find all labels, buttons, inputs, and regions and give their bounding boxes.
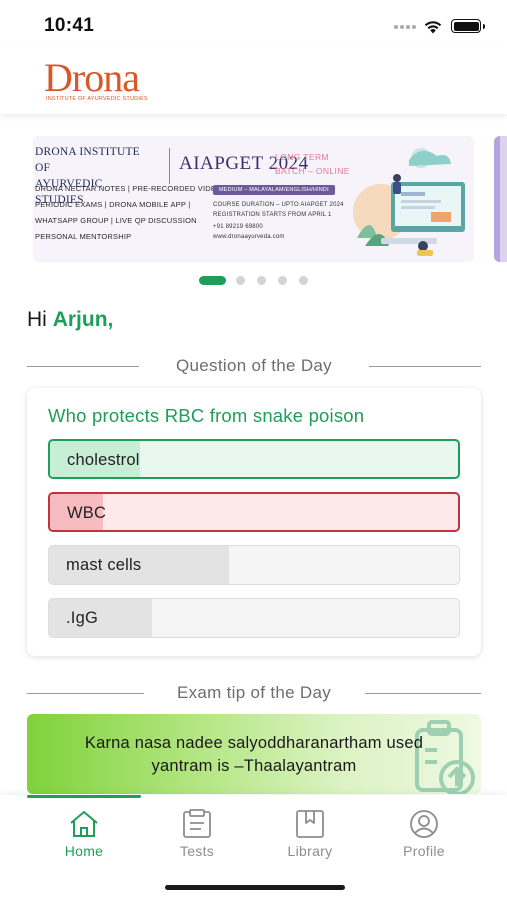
signal-dots-icon [394,25,416,29]
status-bar: 10:41 [0,0,507,48]
wifi-icon [424,21,442,34]
battery-icon [451,19,485,33]
option[interactable]: .IgG [48,598,460,638]
question-section-header: Question of the Day [27,356,481,376]
banner-phone: +91 89219 69800 [213,224,263,230]
option-wrong[interactable]: WBC [48,492,460,532]
banner-feature: PERSONAL MENTORSHIP [35,232,132,241]
drona-logo[interactable]: Drona INSTITUTE OF AYURVEDIC STUDIES [44,55,148,108]
option[interactable]: mast cells [48,545,460,585]
status-time: 10:41 [44,15,95,36]
tab-tests-label: Tests [179,843,215,859]
active-tab-indicator [27,795,141,798]
tab-library-label: Library [287,843,333,859]
app-header: Drona INSTITUTE OF AYURVEDIC STUDIES [0,48,507,114]
home-icon [70,811,98,837]
tip-line2: yantram is –Thaalayantram [151,757,357,775]
carousel-dot-active[interactable] [199,276,226,285]
tests-clipboard-icon [183,809,211,838]
tip-section-header: Exam tip of the Day [27,683,481,703]
logo-subtitle: INSTITUTE OF AYURVEDIC STUDIES [46,96,148,102]
tab-profile[interactable]: Profile [374,809,474,865]
option-correct[interactable]: cholestrol [48,439,460,479]
banner-batch-line2: BATCH – ONLINE [275,166,350,176]
logo-wordmark: Drona [44,55,140,100]
tab-home[interactable]: Home [34,809,134,865]
carousel-dots [199,275,311,285]
banner-duration: COURSE DURATION – UPTO AIAPGET 2024 [213,202,344,208]
user-name: Arjun, [52,308,114,331]
library-bookmark-icon [296,810,324,838]
banner-medium-badge: MEDIUM – MALAYALAM/ENGLISH/HINDI [213,185,335,195]
tab-library[interactable]: Library [260,809,360,865]
study-illustration-icon [353,148,465,256]
banner-feature: WHATSAPP GROUP | LIVE QP DISCUSSION [35,216,197,225]
tab-profile-label: Profile [403,843,445,859]
tip-section-title: Exam tip of the Day [166,683,342,702]
exam-tip-card: Karna nasa nadee salyoddharanartham used… [27,714,481,794]
home-indicator[interactable] [165,885,345,890]
banner-divider [169,148,170,184]
greeting: Hi Arjun, [27,308,113,332]
option-label: WBC [67,504,107,522]
option-label: cholestrol [67,451,140,469]
banner-batch-line1: LONG TERM [275,152,329,162]
question-text: Who protects RBC from snake poison [48,405,365,426]
carousel-dot[interactable] [299,276,308,285]
banner-institute: DRONA INSTITUTE OF AYURVEDIC STUDIES [35,144,145,208]
banner-feature: DRONA NECTAR NOTES | PRE-RECORDED VIDEOS [35,184,228,193]
tab-home-label: Home [64,843,104,859]
question-card: Who protects RBC from snake poison chole… [27,388,481,656]
banner-batch: LONG TERM BATCH – ONLINE [275,150,355,178]
option-label: .IgG [66,609,98,627]
option-poll-bar [49,599,152,637]
banner-website: www.dronaayurveda.com [213,234,285,240]
tip-text: Karna nasa nadee salyoddharanartham used… [45,732,463,778]
banner-registration: REGISTRATION STARTS FROM APRIL 1 [213,212,332,218]
carousel-dot[interactable] [278,276,287,285]
banner-feature: PERIODIC EXAMS | DRONA MOBILE APP | [35,200,191,209]
banner-institute-line1: DRONA INSTITUTE OF [35,146,140,174]
carousel-dot[interactable] [236,276,245,285]
carousel-dot[interactable] [257,276,266,285]
question-section-title: Question of the Day [166,356,342,375]
next-banner-peek[interactable] [494,136,507,262]
option-label: mast cells [66,556,142,574]
greeting-prefix: Hi [27,308,47,331]
promo-banner[interactable]: DRONA INSTITUTE OF AYURVEDIC STUDIES DRO… [33,136,474,262]
tab-tests[interactable]: Tests [147,809,247,865]
profile-user-icon [410,810,438,838]
tip-line1: Karna nasa nadee salyoddharanartham used [84,734,424,752]
